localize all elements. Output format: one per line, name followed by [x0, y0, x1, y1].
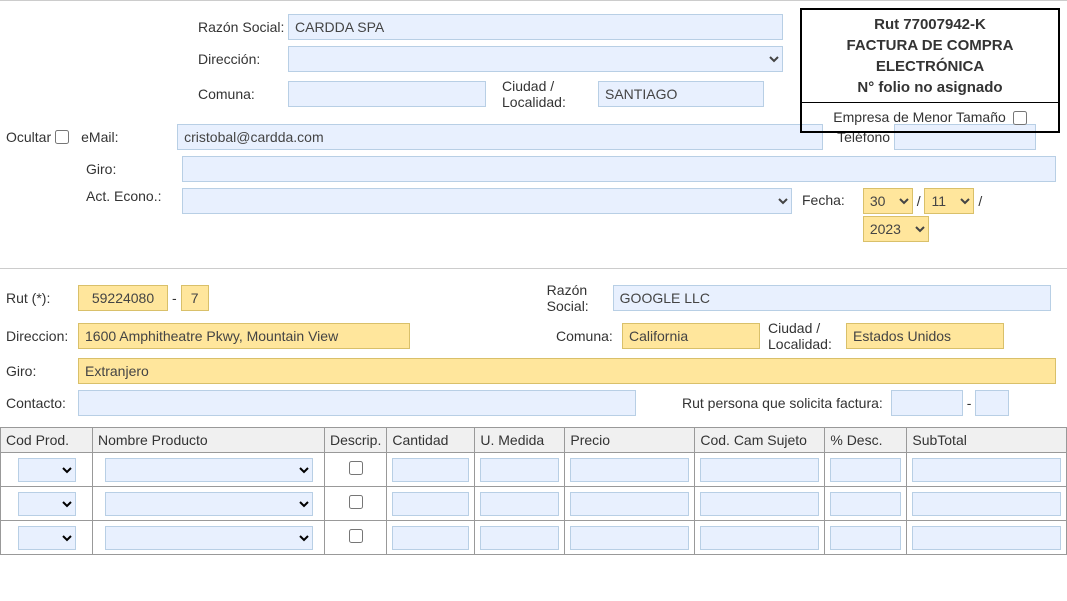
row-codsujeto-input[interactable]: [700, 492, 819, 516]
buyer-giro-input[interactable]: [78, 358, 1056, 384]
buyer-rut-2-input[interactable]: [181, 285, 209, 311]
comuna-input[interactable]: [288, 81, 486, 107]
buyer-contacto-label: Contacto:: [6, 395, 78, 411]
row-cod-select[interactable]: [18, 492, 76, 516]
th-cod-prod: Cod Prod.: [1, 428, 93, 453]
row-precio-input[interactable]: [570, 492, 689, 516]
th-codsujeto: Cod. Cam Sujeto: [695, 428, 825, 453]
table-row: [1, 487, 1067, 521]
fecha-dia-select[interactable]: 30: [863, 188, 913, 214]
ciudad-label: Ciudad / Localidad:: [502, 78, 598, 110]
buyer-rut-persona-1-input[interactable]: [891, 390, 963, 416]
row-descrip-checkbox[interactable]: [349, 495, 363, 509]
row-precio-input[interactable]: [570, 458, 689, 482]
row-codsujeto-input[interactable]: [700, 458, 819, 482]
products-table: Cod Prod. Nombre Producto Descrip. Canti…: [0, 427, 1067, 555]
fiscal-folio: N° folio no asignado: [802, 79, 1058, 102]
fiscal-title-2: ELECTRÓNICA: [802, 58, 1058, 79]
buyer-direccion-input[interactable]: [78, 323, 410, 349]
th-precio: Precio: [565, 428, 695, 453]
row-subtotal-input[interactable]: [912, 492, 1061, 516]
row-nombre-select[interactable]: [105, 458, 313, 482]
row-desc-input[interactable]: [830, 458, 901, 482]
fecha-anio-select[interactable]: 2023: [863, 216, 929, 242]
th-umedida: U. Medida: [475, 428, 565, 453]
buyer-rut-dash: -: [172, 290, 177, 306]
giro-input[interactable]: [182, 156, 1056, 182]
row-umedida-input[interactable]: [480, 458, 559, 482]
fiscal-title-1: FACTURA DE COMPRA: [802, 37, 1058, 58]
comuna-label: Comuna:: [198, 86, 288, 102]
act-econ-label: Act. Econo.:: [86, 188, 182, 204]
fiscal-smallbiz-label: Empresa de Menor Tamaño: [833, 109, 1006, 125]
razon-social-input[interactable]: [288, 14, 783, 40]
th-subtotal: SubTotal: [907, 428, 1067, 453]
row-cantidad-input[interactable]: [392, 526, 469, 550]
ciudad-input[interactable]: [598, 81, 764, 107]
fiscal-smallbiz-checkbox[interactable]: [1013, 111, 1027, 125]
row-cod-select[interactable]: [18, 526, 76, 550]
buyer-rut-persona-2-input[interactable]: [975, 390, 1009, 416]
row-umedida-input[interactable]: [480, 492, 559, 516]
fecha-slash-2: /: [978, 193, 982, 209]
row-umedida-input[interactable]: [480, 526, 559, 550]
buyer-ciudad-input[interactable]: [846, 323, 1004, 349]
row-cantidad-input[interactable]: [392, 492, 469, 516]
buyer-rut-persona-dash: -: [967, 395, 972, 411]
direccion-label: Dirección:: [198, 51, 288, 67]
fecha-mes-select[interactable]: 11: [924, 188, 974, 214]
th-cantidad: Cantidad: [387, 428, 475, 453]
buyer-rut-persona-label: Rut persona que solicita factura:: [682, 395, 883, 411]
buyer-comuna-label: Comuna:: [556, 328, 622, 344]
row-desc-input[interactable]: [830, 526, 901, 550]
email-label: eMail:: [81, 129, 177, 145]
th-nombre: Nombre Producto: [93, 428, 325, 453]
ocultar-checkbox[interactable]: [55, 130, 69, 144]
row-cantidad-input[interactable]: [392, 458, 469, 482]
email-input[interactable]: [177, 124, 823, 150]
buyer-rut-label: Rut (*):: [6, 290, 78, 306]
buyer-contacto-input[interactable]: [78, 390, 636, 416]
buyer-ciudad-label: Ciudad / Localidad:: [768, 320, 846, 352]
row-codsujeto-input[interactable]: [700, 526, 819, 550]
table-row: [1, 521, 1067, 555]
th-desc: % Desc.: [825, 428, 907, 453]
buyer-direccion-label: Direccion:: [6, 328, 78, 344]
row-descrip-checkbox[interactable]: [349, 461, 363, 475]
row-nombre-select[interactable]: [105, 492, 313, 516]
giro-label: Giro:: [86, 161, 182, 177]
buyer-comuna-input[interactable]: [622, 323, 760, 349]
buyer-rut-1-input[interactable]: [78, 285, 168, 311]
fecha-label: Fecha:: [802, 192, 845, 208]
buyer-giro-label: Giro:: [6, 363, 78, 379]
row-desc-input[interactable]: [830, 492, 901, 516]
table-row: [1, 453, 1067, 487]
row-subtotal-input[interactable]: [912, 526, 1061, 550]
fiscal-rut: Rut 77007942-K: [802, 10, 1058, 37]
buyer-razon-input[interactable]: [613, 285, 1051, 311]
fiscal-box: Rut 77007942-K FACTURA DE COMPRA ELECTRÓ…: [800, 8, 1060, 133]
row-cod-select[interactable]: [18, 458, 76, 482]
row-descrip-checkbox[interactable]: [349, 529, 363, 543]
row-precio-input[interactable]: [570, 526, 689, 550]
direccion-select[interactable]: [288, 46, 783, 72]
row-nombre-select[interactable]: [105, 526, 313, 550]
ocultar-label: Ocultar: [6, 129, 51, 145]
buyer-razon-label: Razón Social:: [547, 282, 613, 314]
fecha-slash-1: /: [917, 193, 921, 209]
row-subtotal-input[interactable]: [912, 458, 1061, 482]
act-econ-select[interactable]: [182, 188, 792, 214]
razon-social-label: Razón Social:: [198, 19, 288, 35]
th-descrip: Descrip.: [325, 428, 387, 453]
